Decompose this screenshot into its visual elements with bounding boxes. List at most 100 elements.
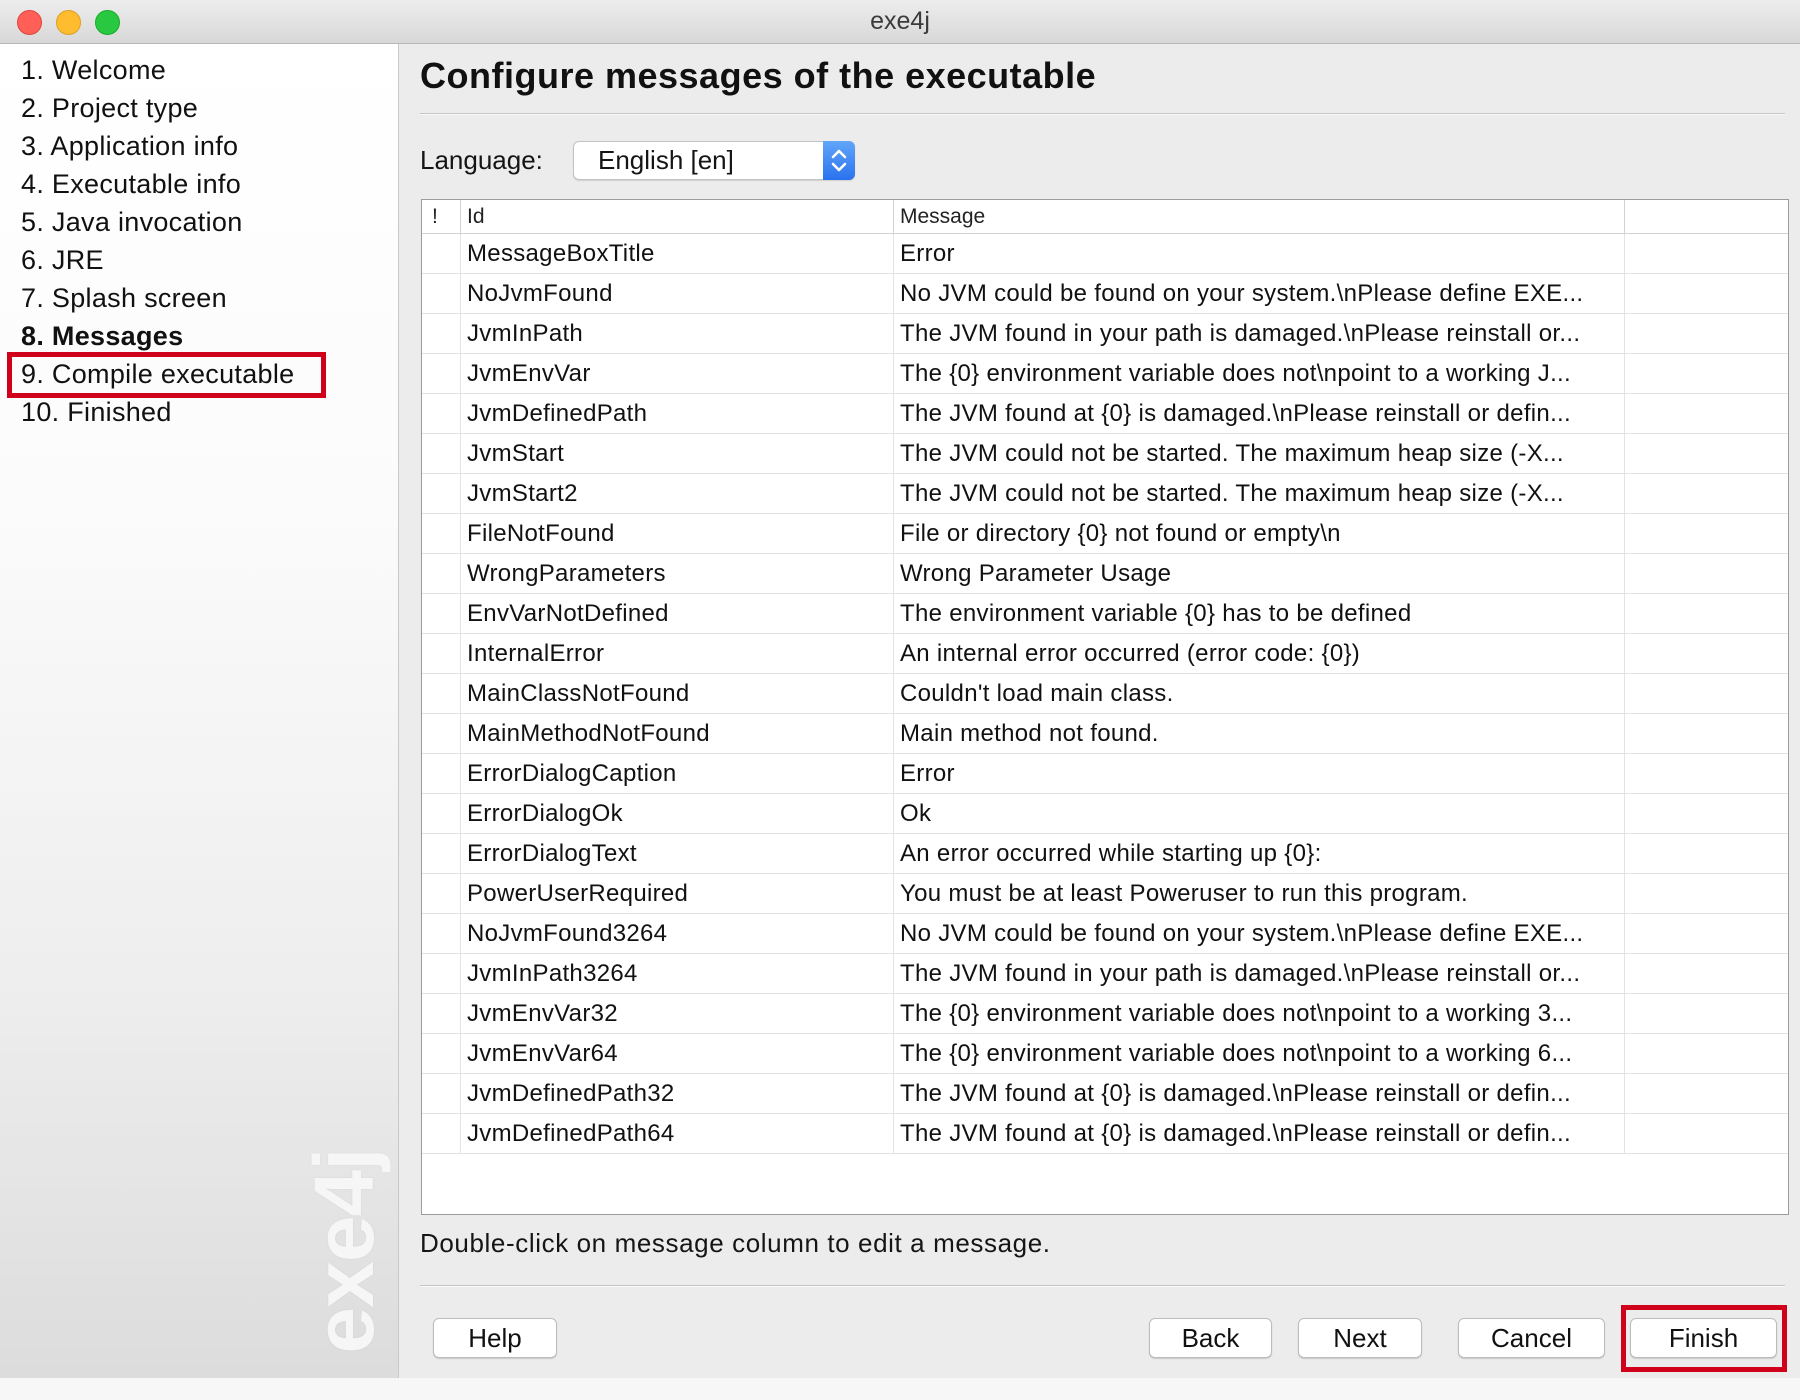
message-cell[interactable]: No JVM could be found on your system.\nP…: [894, 274, 1625, 313]
message-cell[interactable]: An internal error occurred (error code: …: [894, 634, 1625, 673]
next-button[interactable]: Next: [1298, 1318, 1422, 1358]
step-welcome[interactable]: 1. Welcome: [21, 51, 294, 89]
step-finished[interactable]: 10. Finished: [21, 393, 294, 431]
flag-cell: [422, 1114, 461, 1153]
table-row[interactable]: ErrorDialogCaption Error: [422, 754, 1788, 794]
filler-cell: [1625, 514, 1788, 553]
id-cell[interactable]: MainMethodNotFound: [461, 714, 894, 753]
message-cell[interactable]: The environment variable {0} has to be d…: [894, 594, 1625, 633]
column-header-id[interactable]: Id: [461, 200, 894, 233]
message-cell[interactable]: The JVM could not be started. The maximu…: [894, 474, 1625, 513]
chevron-up-down-icon[interactable]: [823, 141, 855, 180]
table-row[interactable]: EnvVarNotDefined The environment variable…: [422, 594, 1788, 634]
id-cell[interactable]: EnvVarNotDefined: [461, 594, 894, 633]
message-cell[interactable]: Error: [894, 234, 1625, 273]
messages-table[interactable]: ! Id Message MessageBoxTitle Error NoJvmF…: [421, 199, 1789, 1215]
step-executable-info[interactable]: 4. Executable info: [21, 165, 294, 203]
step-messages-current[interactable]: 8. Messages: [21, 317, 294, 355]
table-row[interactable]: MainClassNotFound Couldn't load main clas…: [422, 674, 1788, 714]
language-select[interactable]: English [en]: [573, 141, 855, 180]
column-header-message[interactable]: Message: [894, 200, 1625, 233]
id-cell[interactable]: JvmEnvVar64: [461, 1034, 894, 1073]
flag-cell: [422, 594, 461, 633]
flag-cell: [422, 474, 461, 513]
table-row[interactable]: ErrorDialogOk Ok: [422, 794, 1788, 834]
column-header-flag[interactable]: !: [422, 200, 461, 233]
id-cell[interactable]: ErrorDialogOk: [461, 794, 894, 833]
table-row[interactable]: JvmEnvVar32 The {0} environment variable …: [422, 994, 1788, 1034]
table-row[interactable]: MainMethodNotFound Main method not found.: [422, 714, 1788, 754]
id-cell[interactable]: FileNotFound: [461, 514, 894, 553]
id-cell[interactable]: JvmEnvVar: [461, 354, 894, 393]
table-row[interactable]: JvmEnvVar The {0} environment variable do…: [422, 354, 1788, 394]
message-cell[interactable]: Wrong Parameter Usage: [894, 554, 1625, 593]
message-cell[interactable]: Couldn't load main class.: [894, 674, 1625, 713]
step-splash-screen[interactable]: 7. Splash screen: [21, 279, 294, 317]
message-cell[interactable]: The {0} environment variable does not\np…: [894, 1034, 1625, 1073]
flag-cell: [422, 354, 461, 393]
table-row[interactable]: NoJvmFound No JVM could be found on your …: [422, 274, 1788, 314]
id-cell[interactable]: ErrorDialogCaption: [461, 754, 894, 793]
flag-cell: [422, 1034, 461, 1073]
table-row[interactable]: WrongParameters Wrong Parameter Usage: [422, 554, 1788, 594]
table-row[interactable]: NoJvmFound3264 No JVM could be found on y…: [422, 914, 1788, 954]
message-cell[interactable]: You must be at least Poweruser to run th…: [894, 874, 1625, 913]
message-cell[interactable]: An error occurred while starting up {0}:: [894, 834, 1625, 873]
message-cell[interactable]: The JVM found at {0} is damaged.\nPlease…: [894, 1114, 1625, 1153]
id-cell[interactable]: MessageBoxTitle: [461, 234, 894, 273]
filler-cell: [1625, 1114, 1788, 1153]
id-cell[interactable]: NoJvmFound3264: [461, 914, 894, 953]
id-cell[interactable]: InternalError: [461, 634, 894, 673]
table-row[interactable]: JvmDefinedPath32 The JVM found at {0} is …: [422, 1074, 1788, 1114]
message-cell[interactable]: File or directory {0} not found or empty…: [894, 514, 1625, 553]
id-cell[interactable]: MainClassNotFound: [461, 674, 894, 713]
table-row[interactable]: PowerUserRequired You must be at least Po…: [422, 874, 1788, 914]
id-cell[interactable]: PowerUserRequired: [461, 874, 894, 913]
message-cell[interactable]: The JVM could not be started. The maximu…: [894, 434, 1625, 473]
message-cell[interactable]: Main method not found.: [894, 714, 1625, 753]
back-button[interactable]: Back: [1149, 1318, 1272, 1358]
table-row[interactable]: JvmEnvVar64 The {0} environment variable …: [422, 1034, 1788, 1074]
table-row[interactable]: MessageBoxTitle Error: [422, 234, 1788, 274]
table-row[interactable]: FileNotFound File or directory {0} not fo…: [422, 514, 1788, 554]
message-cell[interactable]: No JVM could be found on your system.\nP…: [894, 914, 1625, 953]
id-cell[interactable]: JvmDefinedPath: [461, 394, 894, 433]
id-cell[interactable]: JvmDefinedPath64: [461, 1114, 894, 1153]
id-cell[interactable]: WrongParameters: [461, 554, 894, 593]
id-cell[interactable]: ErrorDialogText: [461, 834, 894, 873]
flag-cell: [422, 994, 461, 1033]
id-cell[interactable]: JvmStart2: [461, 474, 894, 513]
table-row[interactable]: JvmStart2 The JVM could not be started. T…: [422, 474, 1788, 514]
cancel-button[interactable]: Cancel: [1458, 1318, 1605, 1358]
step-java-invocation[interactable]: 5. Java invocation: [21, 203, 294, 241]
highlight-box-finish: [1621, 1305, 1787, 1372]
message-cell[interactable]: Ok: [894, 794, 1625, 833]
message-cell[interactable]: The JVM found at {0} is damaged.\nPlease…: [894, 1074, 1625, 1113]
help-button[interactable]: Help: [433, 1318, 557, 1358]
table-row[interactable]: JvmInPath3264 The JVM found in your path …: [422, 954, 1788, 994]
table-row[interactable]: InternalError An internal error occurred …: [422, 634, 1788, 674]
step-project-type[interactable]: 2. Project type: [21, 89, 294, 127]
id-cell[interactable]: JvmInPath: [461, 314, 894, 353]
filler-cell: [1625, 554, 1788, 593]
id-cell[interactable]: JvmInPath3264: [461, 954, 894, 993]
message-cell[interactable]: Error: [894, 754, 1625, 793]
step-application-info[interactable]: 3. Application info: [21, 127, 294, 165]
page-title: Configure messages of the executable: [420, 55, 1097, 96]
message-cell[interactable]: The JVM found in your path is damaged.\n…: [894, 954, 1625, 993]
table-row[interactable]: ErrorDialogText An error occurred while s…: [422, 834, 1788, 874]
message-cell[interactable]: The JVM found at {0} is damaged.\nPlease…: [894, 394, 1625, 433]
message-cell[interactable]: The {0} environment variable does not\np…: [894, 354, 1625, 393]
table-row[interactable]: JvmStart The JVM could not be started. Th…: [422, 434, 1788, 474]
id-cell[interactable]: JvmEnvVar32: [461, 994, 894, 1033]
filler-cell: [1625, 634, 1788, 673]
id-cell[interactable]: NoJvmFound: [461, 274, 894, 313]
message-cell[interactable]: The JVM found in your path is damaged.\n…: [894, 314, 1625, 353]
step-jre[interactable]: 6. JRE: [21, 241, 294, 279]
table-row[interactable]: JvmDefinedPath64 The JVM found at {0} is …: [422, 1114, 1788, 1154]
table-row[interactable]: JvmInPath The JVM found in your path is d…: [422, 314, 1788, 354]
message-cell[interactable]: The {0} environment variable does not\np…: [894, 994, 1625, 1033]
id-cell[interactable]: JvmStart: [461, 434, 894, 473]
id-cell[interactable]: JvmDefinedPath32: [461, 1074, 894, 1113]
table-row[interactable]: JvmDefinedPath The JVM found at {0} is da…: [422, 394, 1788, 434]
